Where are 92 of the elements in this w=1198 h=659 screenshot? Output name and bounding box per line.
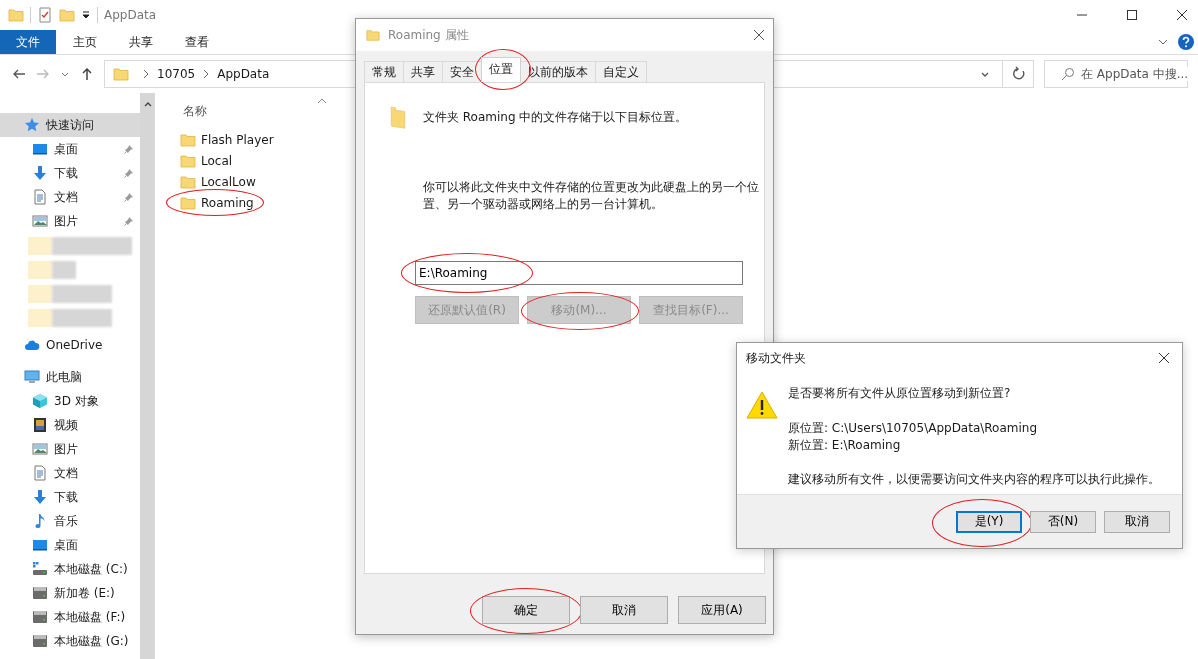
download-arrow-icon: [32, 165, 48, 181]
dialog-title: 移动文件夹: [746, 349, 806, 367]
sidebar-item[interactable]: 新加卷 (E:): [0, 581, 140, 605]
tab[interactable]: 常规: [364, 61, 404, 82]
back-icon[interactable]: [12, 67, 26, 81]
file-item[interactable]: Flash Player: [172, 129, 274, 150]
desktop-icon: [32, 141, 48, 157]
star-icon: [24, 117, 40, 133]
search-icon: [1061, 67, 1075, 81]
sidebar-item[interactable]: 图片: [0, 437, 140, 461]
dialog-button[interactable]: 应用(A): [678, 596, 766, 624]
sidebar-item[interactable]: 下载: [0, 161, 140, 185]
drive-icon: [32, 633, 48, 649]
sidebar-item[interactable]: 本地磁盘 (C:): [0, 557, 140, 581]
pin-icon[interactable]: [124, 168, 134, 178]
folder-icon: [366, 28, 380, 42]
download-arrow-icon: [32, 489, 48, 505]
pin-icon[interactable]: [124, 216, 134, 226]
folder-icon: [180, 173, 196, 190]
computer-icon: [24, 369, 40, 385]
tab[interactable]: 位置: [481, 57, 521, 82]
sidebar-item[interactable]: 音乐: [0, 509, 140, 533]
film-icon: [32, 417, 48, 433]
location-description: 文件夹 Roaming 中的文件存储于以下目标位置。: [423, 108, 688, 126]
maximize-icon[interactable]: [1126, 9, 1138, 21]
dialog-button[interactable]: 确定: [482, 596, 570, 624]
picture-icon: [32, 441, 48, 457]
path-field[interactable]: E:\Roaming: [415, 261, 743, 285]
folder-icon: [389, 103, 407, 131]
warning-icon: [746, 391, 778, 419]
sidebar-item[interactable]: 文档: [0, 185, 140, 209]
note-text: 建议移动所有文件，以便需要访问文件夹内容的程序可以执行此操作。: [788, 471, 1160, 488]
folder-icon: [113, 66, 129, 82]
ribbon-tab[interactable]: 主页: [58, 30, 112, 54]
location-text: 原位置: C:\Users\10705\AppData\Roaming: [788, 420, 1039, 437]
window-title: AppData: [104, 8, 157, 22]
sort-caret-icon: [317, 98, 327, 104]
close-icon[interactable]: [1176, 9, 1188, 21]
sidebar-item[interactable]: 视频: [0, 413, 140, 437]
file-item[interactable]: LocalLow: [172, 171, 256, 192]
picture-icon: [32, 213, 48, 229]
chevron-right-icon[interactable]: [203, 69, 210, 79]
question-text: 是否要将所有文件从原位置移动到新位置?: [788, 385, 1012, 402]
location-text: 新位置: E:\Roaming: [788, 437, 902, 454]
dialog-button[interactable]: 是(Y): [956, 510, 1022, 533]
breadcrumb[interactable]: AppData: [217, 67, 270, 81]
sidebar-item[interactable]: OneDrive: [0, 333, 140, 357]
sidebar-item[interactable]: 快速访问: [0, 113, 140, 137]
document-icon: [32, 465, 48, 481]
pin-icon[interactable]: [124, 192, 134, 202]
sidebar-item[interactable]: 本地磁盘 (F:): [0, 605, 140, 629]
scrollbar[interactable]: [140, 93, 155, 659]
drive-icon: [32, 561, 48, 577]
sidebar-item[interactable]: 桌面: [0, 533, 140, 557]
desktop-icon: [32, 537, 48, 553]
sidebar-item[interactable]: 下载: [0, 485, 140, 509]
properties-icon[interactable]: [37, 7, 53, 23]
close-icon[interactable]: [753, 29, 765, 41]
drive-icon: [32, 585, 48, 601]
file-item[interactable]: Local: [172, 150, 233, 171]
dialog-button[interactable]: 取消: [580, 596, 668, 624]
sidebar-item[interactable]: 本地磁盘 (G:): [0, 629, 140, 653]
document-icon: [32, 189, 48, 205]
sidebar-item[interactable]: 桌面: [0, 137, 140, 161]
drive-icon: [32, 609, 48, 625]
ribbon-tab[interactable]: 共享: [114, 30, 168, 54]
folder-icon: [180, 131, 196, 148]
instruction-text: 你可以将此文件夹中文件存储的位置更改为此硬盘上的另一个位置、另一个驱动器或网络上的另一台计算机。: [423, 179, 760, 213]
dropdown-icon[interactable]: [81, 10, 91, 20]
ribbon-tab[interactable]: 查看: [170, 30, 224, 54]
sidebar-item[interactable]: 图片: [0, 209, 140, 233]
refresh-icon[interactable]: [1011, 66, 1027, 82]
sidebar-item[interactable]: 3D 对象: [0, 389, 140, 413]
file-item[interactable]: Roaming: [172, 192, 254, 213]
help-icon[interactable]: [1178, 34, 1194, 50]
breadcrumb[interactable]: 10705: [157, 67, 196, 81]
sidebar-item[interactable]: 此电脑: [0, 365, 140, 389]
up-arrow-icon[interactable]: [80, 67, 94, 81]
chevron-down-icon[interactable]: [1158, 37, 1168, 47]
pin-icon[interactable]: [124, 144, 134, 154]
tab[interactable]: 自定义: [595, 61, 647, 82]
cube-icon: [32, 393, 48, 409]
dialog-button[interactable]: 否(N): [1030, 510, 1096, 533]
folder-icon: [180, 152, 196, 169]
folder-icon: [180, 194, 196, 211]
dialog-button[interactable]: 取消: [1104, 510, 1170, 533]
close-icon[interactable]: [1158, 352, 1170, 364]
sidebar-item[interactable]: 文档: [0, 461, 140, 485]
chevron-right-icon[interactable]: [143, 69, 149, 79]
ribbon-tab[interactable]: 文件: [0, 30, 56, 54]
column-header[interactable]: 名称: [183, 102, 207, 120]
dialog-title: Roaming 属性: [388, 26, 469, 44]
